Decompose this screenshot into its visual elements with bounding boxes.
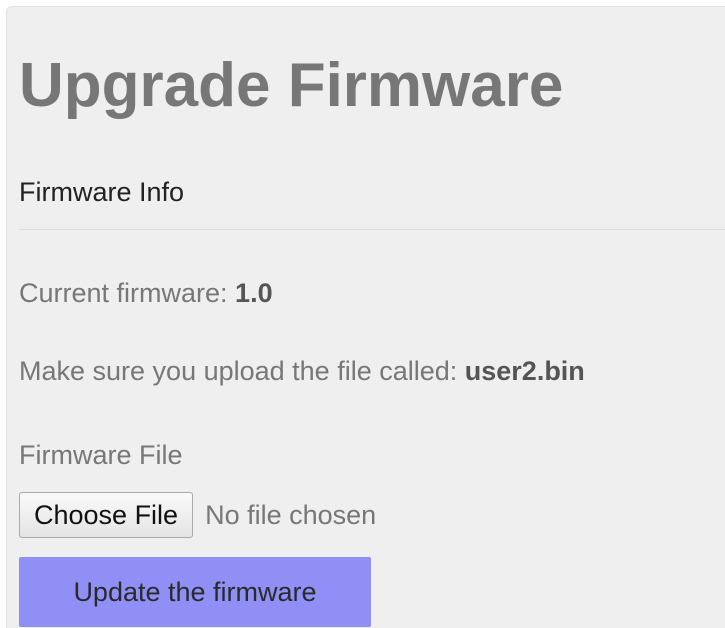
upload-instruction-label: Make sure you upload the file called: xyxy=(19,356,465,386)
choose-file-button[interactable]: Choose File xyxy=(19,492,194,538)
file-input[interactable]: Choose File No file chosen xyxy=(19,492,376,538)
current-firmware-label: Current firmware: xyxy=(19,278,236,308)
upload-instruction-line: Make sure you upload the file called: us… xyxy=(19,358,585,385)
current-firmware-version: 1.0 xyxy=(235,278,273,308)
required-filename: user2.bin xyxy=(464,356,585,386)
firmware-panel: Upgrade Firmware Firmware Info Current f… xyxy=(6,6,725,628)
section-divider xyxy=(19,229,725,230)
page-title: Upgrade Firmware xyxy=(19,51,564,120)
current-firmware-line: Current firmware: 1.0 xyxy=(19,280,273,307)
firmware-file-label: Firmware File xyxy=(19,440,183,470)
no-file-chosen-text: No file chosen xyxy=(205,499,377,530)
section-title-firmware-info: Firmware Info xyxy=(19,177,185,207)
update-firmware-button[interactable]: Update the firmware xyxy=(19,557,371,627)
